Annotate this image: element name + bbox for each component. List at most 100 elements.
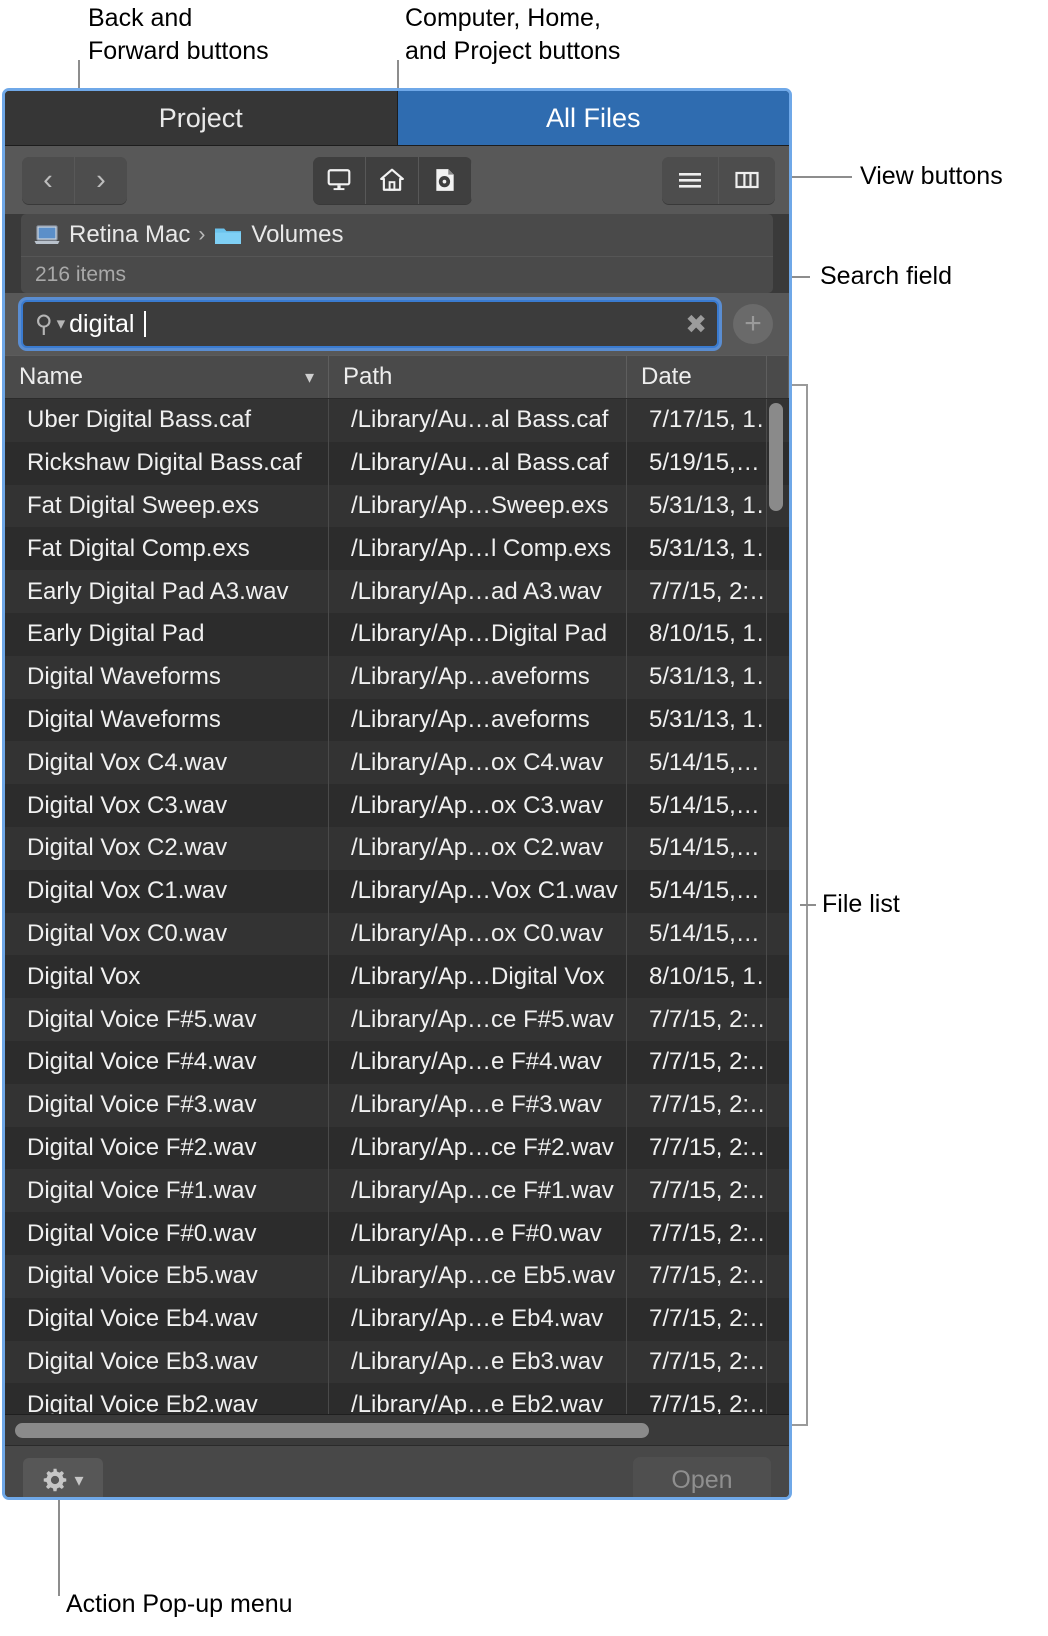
table-row[interactable]: Uber Digital Bass.caf/Library/Au…al Bass… xyxy=(5,399,789,442)
file-name-cell: Digital Voice F#2.wav xyxy=(5,1126,329,1170)
column-header-row: Name ▾ Path Date xyxy=(5,355,789,399)
table-row[interactable]: Digital Vox/Library/Ap…Digital Vox 8/10/1… xyxy=(5,955,789,999)
vertical-scrollbar[interactable] xyxy=(769,403,783,1411)
breadcrumb-item-volumes[interactable]: Volumes xyxy=(213,221,343,249)
callout-search-field: Search field xyxy=(820,262,953,290)
file-date-cell: 5/31/13, 1… xyxy=(627,484,767,528)
file-name-cell: Early Digital Pad A3.wav xyxy=(5,570,329,613)
column-header-date-label: Date xyxy=(641,363,692,390)
file-name-cell: Digital Voice F#0.wav xyxy=(5,1212,329,1255)
file-date-cell: 7/7/15, 2:… xyxy=(627,570,767,613)
leader-view-buttons xyxy=(790,176,852,178)
file-name-cell: Digital Voice F#3.wav xyxy=(5,1083,329,1127)
place-button-group xyxy=(313,156,472,204)
table-row[interactable]: Early Digital Pad A3.wav/Library/Ap…ad A… xyxy=(5,570,789,613)
table-row[interactable]: Digital Voice F#1.wav/Library/Ap…ce F#1.… xyxy=(5,1169,789,1213)
table-row[interactable]: Digital Voice F#4.wav/Library/Ap…e F#4.w… xyxy=(5,1040,789,1084)
clear-circle-icon[interactable]: ✖ xyxy=(685,311,707,337)
file-path-cell: /Library/Ap…ce F#1.wav xyxy=(329,1169,627,1213)
action-popup-menu-button[interactable]: ▾ xyxy=(23,1458,103,1497)
file-name-cell: Digital Voice F#5.wav xyxy=(5,998,329,1041)
column-header-date[interactable]: Date xyxy=(627,356,767,398)
callout-view-buttons: View buttons xyxy=(860,162,1003,190)
column-header-name[interactable]: Name ▾ xyxy=(5,356,329,398)
back-button[interactable]: ‹ xyxy=(22,156,75,204)
horizontal-scrollbar-thumb[interactable] xyxy=(15,1422,649,1438)
table-row[interactable]: Digital Vox C4.wav/Library/Ap…ox C4.wav 5… xyxy=(5,741,789,785)
file-name-cell: Digital Vox C0.wav xyxy=(5,912,329,956)
table-row[interactable]: Digital Vox C0.wav/Library/Ap…ox C0.wav 5… xyxy=(5,912,789,956)
breadcrumb-item-retina-mac[interactable]: Retina Mac xyxy=(33,221,190,249)
file-date-cell: 5/31/13, 1… xyxy=(627,527,767,571)
leader-file-list xyxy=(800,904,816,906)
project-button[interactable] xyxy=(419,156,472,204)
file-path-cell: /Library/Ap…ce F#2.wav xyxy=(329,1126,627,1170)
horizontal-scrollbar[interactable] xyxy=(5,1414,789,1445)
table-row[interactable]: Digital Vox C2.wav/Library/Ap…ox C2.wav 5… xyxy=(5,826,789,870)
file-name-cell: Digital Vox C4.wav xyxy=(5,741,329,785)
file-date-cell: 5/14/15,… xyxy=(627,741,767,785)
file-date-cell: 7/7/15, 2:… xyxy=(627,1083,767,1127)
table-row[interactable]: Digital Voice Eb5.wav/Library/Ap…ce Eb5.… xyxy=(5,1254,789,1298)
table-row[interactable]: Digital Vox C1.wav/Library/Ap…Vox C1.wav… xyxy=(5,869,789,913)
table-row[interactable]: Digital Waveforms/Library/Ap…aveforms 5/3… xyxy=(5,655,789,699)
table-row[interactable]: Digital Voice F#5.wav/Library/Ap…ce F#5.… xyxy=(5,998,789,1041)
file-date-cell: 8/10/15, 1… xyxy=(627,612,767,656)
chevron-right-icon: › xyxy=(96,163,106,196)
file-path-cell: /Library/Ap…ox C2.wav xyxy=(329,826,627,870)
text-caret xyxy=(144,311,147,337)
table-row[interactable]: Rickshaw Digital Bass.caf/Library/Au…al … xyxy=(5,441,789,485)
callout-computer-home-project: Computer, Home, and Project buttons xyxy=(405,4,621,65)
file-date-cell: 7/7/15, 2:… xyxy=(627,1383,767,1414)
file-path-cell: /Library/Ap…ce Eb5.wav xyxy=(329,1254,627,1298)
file-date-cell: 5/31/13, 1… xyxy=(627,698,767,742)
file-date-cell: 5/31/13, 1… xyxy=(627,655,767,699)
vertical-scrollbar-thumb[interactable] xyxy=(769,403,783,511)
file-path-cell: /Library/Ap…ox C4.wav xyxy=(329,741,627,785)
table-row[interactable]: Digital Voice F#0.wav/Library/Ap…e F#0.w… xyxy=(5,1212,789,1255)
plus-circle-icon: + xyxy=(744,307,762,340)
house-icon xyxy=(380,168,404,191)
table-row[interactable]: Digital Voice Eb2.wav/Library/Ap…e Eb2.w… xyxy=(5,1383,789,1414)
file-path-cell: /Library/Ap…e F#4.wav xyxy=(329,1040,627,1084)
breadcrumb[interactable]: Retina Mac › Volumes xyxy=(21,214,773,256)
table-row[interactable]: Digital Vox C3.wav/Library/Ap…ox C3.wav 5… xyxy=(5,784,789,827)
folder-icon xyxy=(215,228,242,244)
file-path-cell: /Library/Ap…Digital Vox xyxy=(329,955,627,999)
list-view-button[interactable] xyxy=(662,156,719,204)
table-row[interactable]: Digital Voice Eb4.wav/Library/Ap…e Eb4.w… xyxy=(5,1297,789,1341)
file-path-cell: /Library/Ap…ad A3.wav xyxy=(329,570,627,613)
callout-file-list: File list xyxy=(822,890,900,918)
file-name-cell: Digital Voice Eb4.wav xyxy=(5,1297,329,1341)
tab-project[interactable]: Project xyxy=(5,91,398,146)
file-name-cell: Digital Waveforms xyxy=(5,698,329,742)
tab-all-files[interactable]: All Files xyxy=(397,91,789,146)
table-row[interactable]: Fat Digital Comp.exs/Library/Ap…l Comp.e… xyxy=(5,527,789,571)
table-row[interactable]: Early Digital Pad/Library/Ap…Digital Pad… xyxy=(5,612,789,656)
table-row[interactable]: Digital Voice Eb3.wav/Library/Ap…e Eb3.w… xyxy=(5,1340,789,1384)
home-button[interactable] xyxy=(366,156,419,204)
table-row[interactable]: Fat Digital Sweep.exs/Library/Ap…Sweep.e… xyxy=(5,484,789,528)
table-row[interactable]: Digital Voice F#3.wav/Library/Ap…e F#3.w… xyxy=(5,1083,789,1127)
chevron-down-icon: ▾ xyxy=(74,1469,84,1490)
file-date-cell: 7/7/15, 2:… xyxy=(627,1040,767,1084)
add-criteria-button[interactable]: + xyxy=(733,304,773,344)
file-list[interactable]: Uber Digital Bass.caf/Library/Au…al Bass… xyxy=(5,399,789,1414)
forward-button[interactable]: › xyxy=(75,156,127,204)
table-row[interactable]: Digital Waveforms/Library/Ap…aveforms 5/3… xyxy=(5,698,789,742)
file-name-cell: Digital Vox xyxy=(5,955,329,999)
search-input[interactable]: ⚲ ▾ digital ✖ xyxy=(21,300,719,348)
file-path-cell: /Library/Ap…aveforms xyxy=(329,698,627,742)
file-date-cell: 5/14/15,… xyxy=(627,826,767,870)
column-header-path[interactable]: Path xyxy=(329,356,627,398)
column-view-button[interactable] xyxy=(719,156,775,204)
computer-button[interactable] xyxy=(313,156,366,204)
table-row[interactable]: Digital Voice F#2.wav/Library/Ap…ce F#2.… xyxy=(5,1126,789,1170)
file-name-cell: Early Digital Pad xyxy=(5,612,329,656)
file-path-cell: /Library/Ap…l Comp.exs xyxy=(329,527,627,571)
tab-all-files-label: All Files xyxy=(545,102,641,133)
chevron-down-icon[interactable]: ▾ xyxy=(57,314,66,334)
open-button[interactable]: Open xyxy=(633,1457,771,1497)
chevron-down-icon: ▾ xyxy=(304,366,314,387)
file-date-cell: 7/7/15, 2:… xyxy=(627,1297,767,1341)
